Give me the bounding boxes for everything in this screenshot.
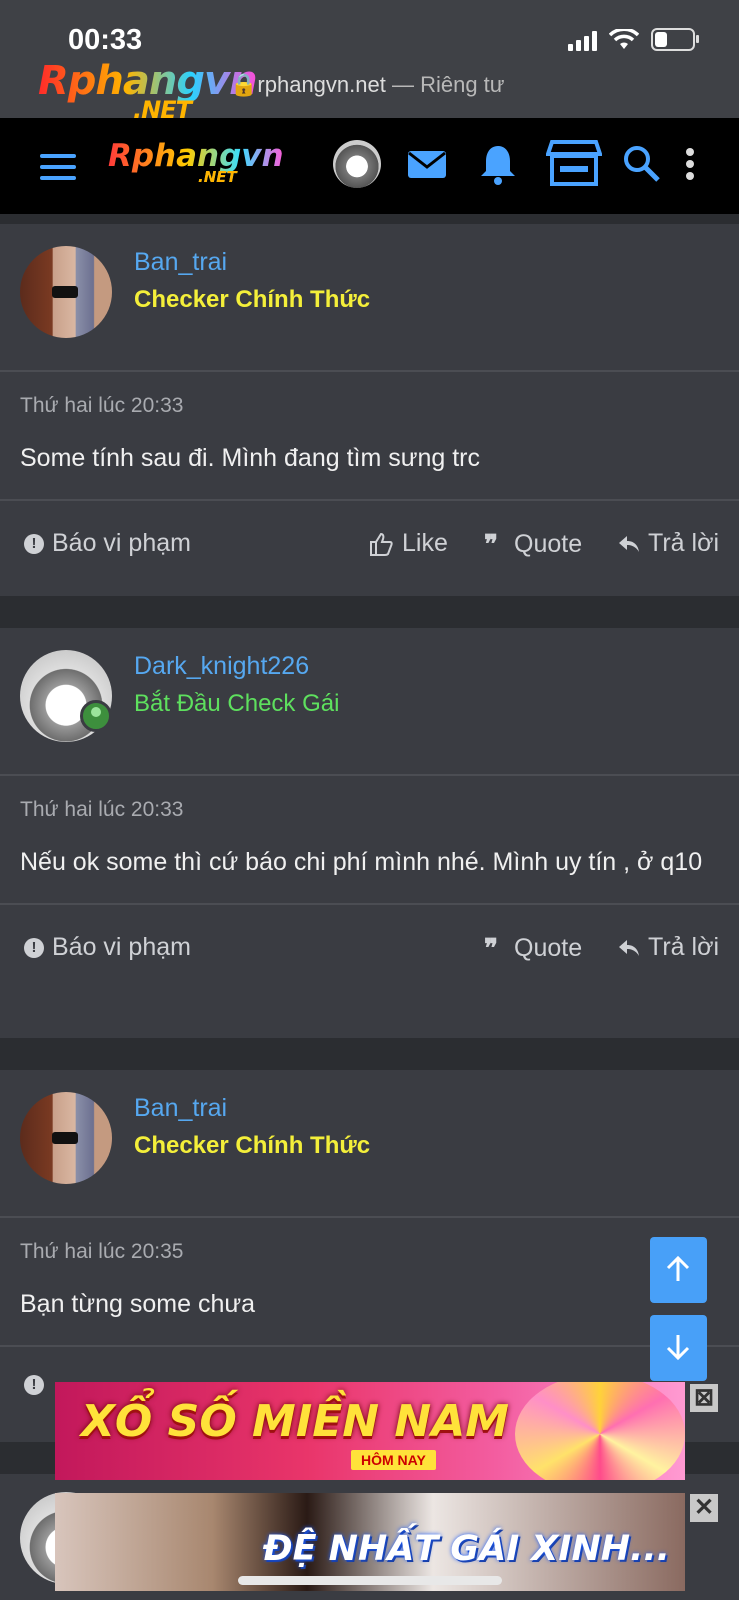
- warning-icon: !: [24, 1375, 44, 1395]
- hamburger-icon[interactable]: [40, 154, 76, 187]
- url-text: rphangvn.net: [257, 72, 386, 97]
- report-label: Báo vi phạm: [52, 933, 191, 961]
- search-icon[interactable]: [620, 142, 664, 186]
- clock: 00:33: [68, 24, 143, 56]
- warning-icon: !: [24, 937, 44, 958]
- online-status-icon: [80, 700, 112, 732]
- more-vertical-icon[interactable]: [680, 142, 700, 186]
- cell-signal-icon: [568, 29, 597, 51]
- post-date[interactable]: Thứ hai lúc 20:35: [20, 1240, 719, 1264]
- private-label: — Riêng tư: [385, 72, 505, 97]
- scroll-top-button[interactable]: [650, 1237, 707, 1303]
- quote-button[interactable]: ❞ Quote: [484, 933, 582, 964]
- home-indicator[interactable]: [238, 1576, 502, 1585]
- scroll-bottom-button[interactable]: [650, 1315, 707, 1381]
- reply-button[interactable]: Trả lời: [618, 529, 719, 558]
- wifi-icon: [609, 28, 639, 49]
- status-bar: 00:33 Rphangvn .NET 🔒rphangvn.net — Riên…: [0, 0, 739, 124]
- user-title: Checker Chính Thức: [134, 1132, 371, 1159]
- site-logo-overlay: Rphangvn .NET: [38, 58, 257, 124]
- like-label: Like: [402, 529, 448, 557]
- post-text: Bạn từng some chưa: [20, 1290, 255, 1318]
- ad-close-icon[interactable]: ⊠: [690, 1384, 718, 1412]
- post-header: Ban_trai Checker Chính Thức: [0, 1070, 739, 1218]
- reply-label: Trả lời: [648, 933, 720, 961]
- avatar[interactable]: [333, 140, 381, 188]
- ad-headline: XỔ SỐ MIỀN NAM: [81, 1396, 510, 1447]
- reply-label: Trả lời: [648, 529, 720, 557]
- user-title: Bắt Đầu Check Gái: [134, 690, 340, 717]
- reply-icon: [619, 939, 639, 956]
- thumbs-up-icon: [370, 532, 393, 556]
- post-actions: ! Báo vi phạm ❞ Quote Trả lời: [0, 905, 739, 993]
- warning-icon: !: [24, 533, 44, 554]
- arrow-up-icon: [666, 1255, 690, 1281]
- post-actions: ! Báo vi phạm Like ❞ Quote Trả lời: [0, 501, 739, 589]
- user-title: Checker Chính Thức: [134, 286, 371, 313]
- status-icons: [568, 28, 699, 51]
- post: Ban_trai Checker Chính Thức Thứ hai lúc …: [0, 224, 739, 596]
- post-body: Thứ hai lúc 20:33 Some tính sau đi. Mình…: [0, 372, 739, 501]
- arrow-down-icon: [666, 1335, 690, 1361]
- like-button[interactable]: Like: [368, 529, 448, 558]
- post-body: Thứ hai lúc 20:33 Nếu ok some thì cứ báo…: [0, 776, 739, 905]
- post-header: Ban_trai Checker Chính Thức: [0, 224, 739, 372]
- avatar[interactable]: [20, 1092, 112, 1184]
- quote-label: Quote: [514, 530, 583, 558]
- post-header: Dark_knight226 Bắt Đầu Check Gái: [0, 628, 739, 776]
- quote-label: Quote: [514, 934, 583, 962]
- quote-icon: ❞: [484, 529, 498, 559]
- post: Dark_knight226 Bắt Đầu Check Gái Thứ hai…: [0, 628, 739, 1038]
- ad-subtitle: HÔM NAY: [351, 1450, 436, 1470]
- report-button[interactable]: ! Báo vi phạm: [24, 933, 191, 962]
- username[interactable]: Ban_trai: [134, 1094, 227, 1123]
- reply-button[interactable]: Trả lời: [618, 933, 719, 962]
- username[interactable]: Ban_trai: [134, 248, 227, 277]
- post-date[interactable]: Thứ hai lúc 20:33: [20, 394, 719, 418]
- report-label: Báo vi phạm: [52, 529, 191, 557]
- address-bar[interactable]: 🔒rphangvn.net — Riêng tư: [230, 72, 505, 98]
- envelope-icon[interactable]: [405, 142, 449, 186]
- battery-icon: [651, 28, 699, 51]
- store-icon[interactable]: [546, 138, 602, 188]
- report-button[interactable]: ! Báo vi phạm: [24, 529, 191, 558]
- site-navbar: Rphangvn .NET: [0, 118, 739, 214]
- username[interactable]: Dark_knight226: [134, 652, 309, 681]
- quote-icon: ❞: [484, 933, 498, 963]
- report-button[interactable]: !: [24, 1375, 44, 1395]
- quote-button[interactable]: ❞ Quote: [484, 529, 582, 560]
- avatar[interactable]: [20, 246, 112, 338]
- post-text: Nếu ok some thì cứ báo chi phí mình nhé.…: [20, 848, 703, 876]
- lock-icon: 🔒: [230, 72, 258, 97]
- prize-wheel-icon: [515, 1382, 685, 1480]
- site-logo[interactable]: Rphangvn .NET: [108, 138, 284, 186]
- bell-icon[interactable]: [476, 142, 520, 186]
- reply-icon: [619, 535, 639, 552]
- lottery-ad-banner[interactable]: XỔ SỐ MIỀN NAM HÔM NAY: [55, 1382, 685, 1480]
- nav-logo-text: Rphangvn: [108, 138, 284, 174]
- post-text: Some tính sau đi. Mình đang tìm sưng trc: [20, 444, 481, 472]
- ad-close-icon[interactable]: ✕: [690, 1494, 718, 1522]
- post-date[interactable]: Thứ hai lúc 20:33: [20, 798, 719, 822]
- post-body: Thứ hai lúc 20:35 Bạn từng some chưa: [0, 1218, 739, 1347]
- ad-headline: ĐỆ NHẤT GÁI XINH...: [263, 1529, 670, 1569]
